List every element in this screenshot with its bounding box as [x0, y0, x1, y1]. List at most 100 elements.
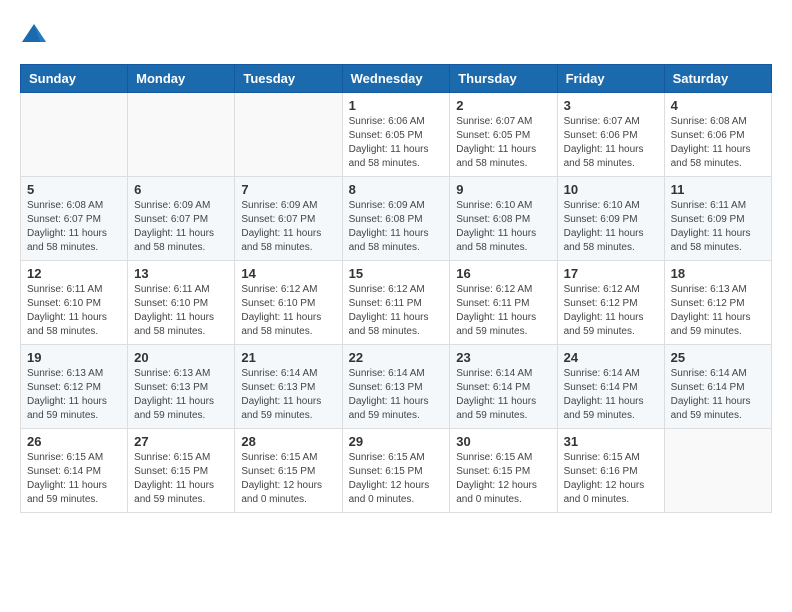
day-detail: Sunrise: 6:15 AM Sunset: 6:15 PM Dayligh… [134, 451, 228, 507]
calendar-cell: 3Sunrise: 6:07 AM Sunset: 6:06 PM Daylig… [557, 93, 664, 177]
calendar-cell: 2Sunrise: 6:07 AM Sunset: 6:05 PM Daylig… [450, 93, 557, 177]
day-detail: Sunrise: 6:11 AM Sunset: 6:10 PM Dayligh… [27, 283, 121, 339]
day-number: 23 [456, 350, 550, 365]
day-detail: Sunrise: 6:15 AM Sunset: 6:16 PM Dayligh… [564, 451, 658, 507]
day-number: 27 [134, 434, 228, 449]
calendar-cell: 22 Sunrise: 6:14 AM Sunset: 6:13 PM Dayli… [342, 345, 450, 429]
calendar-cell: 21 Sunrise: 6:14 AM Sunset: 6:13 PM Dayli… [235, 345, 342, 429]
day-number: 21 [241, 350, 335, 365]
calendar-week-row: 5 Sunrise: 6:08 AM Sunset: 6:07 PM Daylig… [21, 177, 772, 261]
weekday-header: Monday [128, 65, 235, 93]
day-detail: Sunrise: 6:12 AM Sunset: 6:10 PM Dayligh… [241, 283, 335, 339]
day-detail: Sunrise: 6:09 AM Sunset: 6:08 PM Dayligh… [349, 199, 444, 255]
day-detail: Sunrise: 6:06 AM Sunset: 6:05 PM Dayligh… [349, 115, 444, 171]
calendar-cell: 16 Sunrise: 6:12 AM Sunset: 6:11 PM Dayli… [450, 261, 557, 345]
page-header [20, 20, 772, 48]
calendar-cell: 19 Sunrise: 6:13 AM Sunset: 6:12 PM Dayli… [21, 345, 128, 429]
logo-icon [20, 20, 48, 48]
day-number: 19 [27, 350, 121, 365]
day-number: 9 [456, 182, 550, 197]
day-detail: Sunrise: 6:14 AM Sunset: 6:14 PM Dayligh… [564, 367, 658, 423]
day-detail: Sunrise: 6:15 AM Sunset: 6:15 PM Dayligh… [349, 451, 444, 507]
calendar-week-row: 26Sunrise: 6:15 AM Sunset: 6:14 PM Dayli… [21, 429, 772, 513]
calendar-week-row: 12Sunrise: 6:11 AM Sunset: 6:10 PM Dayli… [21, 261, 772, 345]
calendar-cell: 29 Sunrise: 6:15 AM Sunset: 6:15 PM Dayli… [342, 429, 450, 513]
day-number: 5 [27, 182, 121, 197]
weekday-header: Friday [557, 65, 664, 93]
day-detail: Sunrise: 6:11 AM Sunset: 6:10 PM Dayligh… [134, 283, 228, 339]
day-number: 17 [564, 266, 658, 281]
calendar-cell: 26Sunrise: 6:15 AM Sunset: 6:14 PM Dayli… [21, 429, 128, 513]
calendar-cell: 31 Sunrise: 6:15 AM Sunset: 6:16 PM Dayli… [557, 429, 664, 513]
calendar-cell: 14 Sunrise: 6:12 AM Sunset: 6:10 PM Dayli… [235, 261, 342, 345]
calendar-cell [21, 93, 128, 177]
day-detail: Sunrise: 6:08 AM Sunset: 6:07 PM Dayligh… [27, 199, 121, 255]
day-number: 2 [456, 98, 550, 113]
day-number: 18 [671, 266, 765, 281]
day-number: 16 [456, 266, 550, 281]
day-number: 26 [27, 434, 121, 449]
day-number: 29 [349, 434, 444, 449]
calendar-cell: 11 Sunrise: 6:11 AM Sunset: 6:09 PM Dayli… [664, 177, 771, 261]
calendar-cell: 8 Sunrise: 6:09 AM Sunset: 6:08 PM Daylig… [342, 177, 450, 261]
day-number: 10 [564, 182, 658, 197]
calendar-header-row: SundayMondayTuesdayWednesdayThursdayFrid… [21, 65, 772, 93]
day-number: 14 [241, 266, 335, 281]
calendar-cell: 4Sunrise: 6:08 AM Sunset: 6:06 PM Daylig… [664, 93, 771, 177]
weekday-header: Wednesday [342, 65, 450, 93]
day-number: 28 [241, 434, 335, 449]
day-number: 4 [671, 98, 765, 113]
calendar-cell: 10Sunrise: 6:10 AM Sunset: 6:09 PM Dayli… [557, 177, 664, 261]
calendar-week-row: 19 Sunrise: 6:13 AM Sunset: 6:12 PM Dayli… [21, 345, 772, 429]
day-number: 13 [134, 266, 228, 281]
day-number: 15 [349, 266, 444, 281]
calendar-cell: 9 Sunrise: 6:10 AM Sunset: 6:08 PM Daylig… [450, 177, 557, 261]
weekday-header: Saturday [664, 65, 771, 93]
calendar-cell: 23 Sunrise: 6:14 AM Sunset: 6:14 PM Dayli… [450, 345, 557, 429]
day-detail: Sunrise: 6:12 AM Sunset: 6:11 PM Dayligh… [349, 283, 444, 339]
day-number: 6 [134, 182, 228, 197]
day-detail: Sunrise: 6:09 AM Sunset: 6:07 PM Dayligh… [241, 199, 335, 255]
calendar-cell: 27 Sunrise: 6:15 AM Sunset: 6:15 PM Dayli… [128, 429, 235, 513]
day-number: 31 [564, 434, 658, 449]
calendar-cell: 30Sunrise: 6:15 AM Sunset: 6:15 PM Dayli… [450, 429, 557, 513]
day-number: 7 [241, 182, 335, 197]
weekday-header: Sunday [21, 65, 128, 93]
day-number: 8 [349, 182, 444, 197]
day-number: 22 [349, 350, 444, 365]
calendar-cell: 28 Sunrise: 6:15 AM Sunset: 6:15 PM Dayli… [235, 429, 342, 513]
day-detail: Sunrise: 6:12 AM Sunset: 6:11 PM Dayligh… [456, 283, 550, 339]
day-number: 24 [564, 350, 658, 365]
calendar-cell: 6 Sunrise: 6:09 AM Sunset: 6:07 PM Daylig… [128, 177, 235, 261]
day-detail: Sunrise: 6:13 AM Sunset: 6:12 PM Dayligh… [27, 367, 121, 423]
day-number: 11 [671, 182, 765, 197]
calendar-cell [664, 429, 771, 513]
calendar-cell: 24 Sunrise: 6:14 AM Sunset: 6:14 PM Dayli… [557, 345, 664, 429]
day-detail: Sunrise: 6:11 AM Sunset: 6:09 PM Dayligh… [671, 199, 765, 255]
calendar-cell: 12Sunrise: 6:11 AM Sunset: 6:10 PM Dayli… [21, 261, 128, 345]
day-number: 1 [349, 98, 444, 113]
calendar-cell: 20 Sunrise: 6:13 AM Sunset: 6:13 PM Dayli… [128, 345, 235, 429]
weekday-header: Tuesday [235, 65, 342, 93]
calendar-cell [128, 93, 235, 177]
day-detail: Sunrise: 6:09 AM Sunset: 6:07 PM Dayligh… [134, 199, 228, 255]
day-detail: Sunrise: 6:14 AM Sunset: 6:14 PM Dayligh… [671, 367, 765, 423]
day-detail: Sunrise: 6:14 AM Sunset: 6:14 PM Dayligh… [456, 367, 550, 423]
day-detail: Sunrise: 6:13 AM Sunset: 6:12 PM Dayligh… [671, 283, 765, 339]
calendar-cell: 15 Sunrise: 6:12 AM Sunset: 6:11 PM Dayli… [342, 261, 450, 345]
calendar-cell: 7 Sunrise: 6:09 AM Sunset: 6:07 PM Daylig… [235, 177, 342, 261]
calendar-cell: 25 Sunrise: 6:14 AM Sunset: 6:14 PM Dayli… [664, 345, 771, 429]
day-number: 3 [564, 98, 658, 113]
day-detail: Sunrise: 6:10 AM Sunset: 6:08 PM Dayligh… [456, 199, 550, 255]
day-detail: Sunrise: 6:14 AM Sunset: 6:13 PM Dayligh… [241, 367, 335, 423]
day-detail: Sunrise: 6:13 AM Sunset: 6:13 PM Dayligh… [134, 367, 228, 423]
calendar-cell [235, 93, 342, 177]
day-detail: Sunrise: 6:15 AM Sunset: 6:15 PM Dayligh… [456, 451, 550, 507]
calendar-week-row: 1 Sunrise: 6:06 AM Sunset: 6:05 PM Daylig… [21, 93, 772, 177]
day-detail: Sunrise: 6:14 AM Sunset: 6:13 PM Dayligh… [349, 367, 444, 423]
weekday-header: Thursday [450, 65, 557, 93]
day-number: 20 [134, 350, 228, 365]
day-number: 25 [671, 350, 765, 365]
calendar-table: SundayMondayTuesdayWednesdayThursdayFrid… [20, 64, 772, 513]
day-detail: Sunrise: 6:15 AM Sunset: 6:15 PM Dayligh… [241, 451, 335, 507]
